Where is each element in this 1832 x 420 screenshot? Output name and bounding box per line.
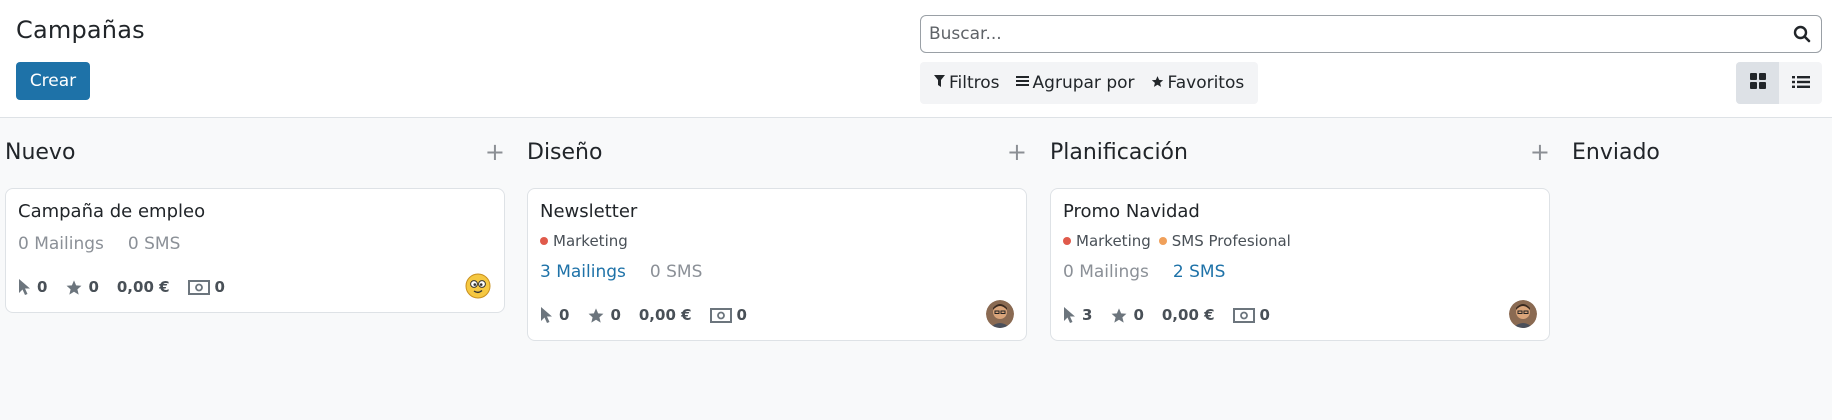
grid-icon [1749, 73, 1766, 93]
group-by-label: Agrupar por [1032, 73, 1135, 93]
view-switcher [1736, 62, 1822, 104]
kanban-card[interactable]: Campaña de empleo 0 Mailings 0 SMS 0 0 0… [5, 188, 505, 313]
column-header: Enviado [1572, 118, 1822, 182]
clicks-stat: 0 [18, 278, 47, 296]
card-tags: Marketing SMS Profesional [1063, 232, 1537, 250]
card-title: Campaña de empleo [18, 201, 206, 222]
kanban-column-enviado: Enviado [1572, 118, 1822, 182]
search-box[interactable] [920, 15, 1822, 53]
kanban-card[interactable]: Promo Navidad Marketing SMS Profesional … [1050, 188, 1550, 341]
card-title: Newsletter [540, 201, 638, 222]
mailings-count[interactable]: 0 Mailings [1063, 262, 1149, 282]
kanban-column-diseno: Diseño + Newsletter Marketing 3 Mailings… [527, 118, 1027, 341]
favorites-button[interactable]: Favoritos [1143, 62, 1253, 104]
tag-marketing: Marketing [540, 232, 628, 250]
clicks-stat: 0 [540, 306, 569, 324]
star-icon [1151, 75, 1164, 92]
search-panel-buttons: Filtros Agrupar por Favoritos [920, 62, 1259, 104]
sms-count[interactable]: 0 SMS [650, 262, 702, 282]
list-view-button[interactable] [1779, 62, 1822, 104]
add-record-plus-icon[interactable]: + [485, 138, 505, 166]
star-icon [1112, 307, 1127, 323]
money-icon [187, 279, 210, 295]
bars-icon [1015, 75, 1029, 91]
card-stats: 3 0 0,00 € 0 [1063, 300, 1537, 328]
kanban-column-planificacion: Planificación + Promo Navidad Marketing … [1050, 118, 1550, 341]
quotations-stat: 0 [709, 306, 747, 324]
card-counts: 3 Mailings 0 SMS [540, 262, 1014, 282]
filter-icon [934, 75, 945, 91]
create-button[interactable]: Crear [16, 62, 90, 100]
tag-marketing: Marketing [1063, 232, 1151, 250]
tag-sms-profesional: SMS Profesional [1158, 232, 1291, 250]
add-record-plus-icon[interactable]: + [1007, 138, 1027, 166]
column-header: Diseño + [527, 118, 1027, 182]
column-title: Diseño [527, 140, 603, 165]
card-stats: 0 0 0,00 € 0 [18, 272, 492, 300]
mouse-pointer-icon [19, 279, 30, 295]
clicks-stat: 3 [1063, 306, 1092, 324]
star-icon [589, 307, 604, 323]
sms-count[interactable]: 2 SMS [1173, 262, 1225, 282]
group-by-button[interactable]: Agrupar por [1008, 62, 1143, 104]
kanban-board: Nuevo + Campaña de empleo 0 Mailings 0 S… [0, 118, 1832, 420]
mouse-pointer-icon [541, 307, 552, 323]
mailings-count[interactable]: 0 Mailings [18, 234, 104, 254]
search-input[interactable] [921, 23, 1791, 45]
stars-stat: 0 [1110, 306, 1144, 324]
revenue-stat: 0,00 € [116, 278, 170, 296]
stars-stat: 0 [65, 278, 99, 296]
star-icon [67, 279, 82, 295]
list-icon [1791, 74, 1810, 93]
add-record-plus-icon[interactable]: + [1530, 138, 1550, 166]
money-icon [1232, 307, 1255, 323]
card-counts: 0 Mailings 2 SMS [1063, 262, 1537, 282]
tag-color-dot [1158, 237, 1167, 245]
stars-stat: 0 [587, 306, 621, 324]
smiley-avatar[interactable] [464, 272, 492, 300]
sms-count[interactable]: 0 SMS [128, 234, 180, 254]
column-header: Planificación + [1050, 118, 1550, 182]
kanban-column-nuevo: Nuevo + Campaña de empleo 0 Mailings 0 S… [5, 118, 505, 313]
tag-color-dot [540, 237, 548, 245]
column-title: Enviado [1572, 140, 1660, 165]
revenue-stat: 0,00 € [1161, 306, 1215, 324]
mouse-pointer-icon [1064, 307, 1075, 323]
card-title: Promo Navidad [1063, 201, 1200, 222]
quotations-stat: 0 [187, 278, 225, 296]
filters-label: Filtros [949, 73, 1000, 93]
revenue-stat: 0,00 € [638, 306, 692, 324]
card-stats: 0 0 0,00 € 0 [540, 300, 1014, 328]
tag-color-dot [1063, 237, 1071, 245]
page-title: Campañas [16, 16, 145, 44]
column-title: Nuevo [5, 140, 76, 165]
card-tags: Marketing [540, 232, 1014, 250]
money-icon [709, 307, 732, 323]
kanban-view-button[interactable] [1736, 62, 1779, 104]
filters-button[interactable]: Filtros [926, 62, 1008, 104]
control-panel: Campañas Crear Filtros Agrupar por Favor… [0, 0, 1832, 118]
user-avatar[interactable] [986, 300, 1014, 328]
search-icon[interactable] [1791, 23, 1813, 45]
kanban-card[interactable]: Newsletter Marketing 3 Mailings 0 SMS 0 … [527, 188, 1027, 341]
favorites-label: Favoritos [1167, 73, 1245, 93]
column-header: Nuevo + [5, 118, 505, 182]
mailings-count[interactable]: 3 Mailings [540, 262, 626, 282]
user-avatar[interactable] [1509, 300, 1537, 328]
column-title: Planificación [1050, 140, 1188, 165]
quotations-stat: 0 [1232, 306, 1270, 324]
card-counts: 0 Mailings 0 SMS [18, 234, 492, 254]
